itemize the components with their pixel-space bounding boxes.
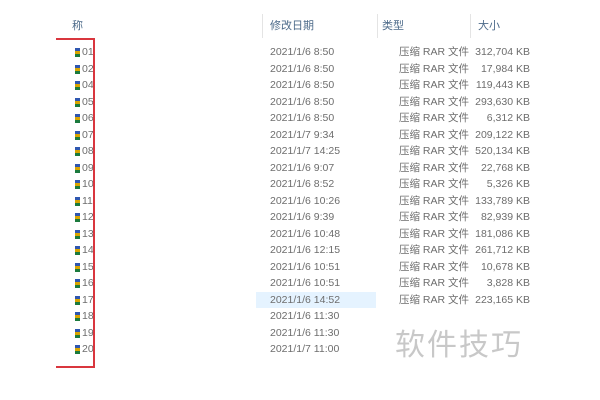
file-size: 261,712 KB xyxy=(475,244,530,256)
file-type: 压缩 RAR 文件 xyxy=(399,277,470,289)
file-size: 10,678 KB xyxy=(480,260,530,273)
file-size: 5,326 KB xyxy=(486,178,530,190)
file-size: 22,768 KB xyxy=(480,161,530,174)
file-size: 82,939 KB xyxy=(480,211,530,223)
file-size: 181,086 KB xyxy=(475,227,530,240)
column-divider[interactable] xyxy=(470,14,471,38)
file-date: 2021/1/7 9:34 xyxy=(270,128,335,141)
file-date: 2021/1/6 10:48 xyxy=(270,227,341,240)
watermark: 软件技巧 xyxy=(395,329,523,362)
file-date: 2021/1/6 8:50 xyxy=(270,46,335,58)
file-size: 17,984 KB xyxy=(480,62,530,75)
file-date: 2021/1/6 8:50 xyxy=(270,62,335,75)
file-size: 3,828 KB xyxy=(486,277,530,289)
file-date: 2021/1/6 8:50 xyxy=(270,79,335,91)
column-divider[interactable] xyxy=(377,14,378,38)
file-type: 压缩 RAR 文件 xyxy=(399,46,470,58)
file-date: 2021/1/7 14:25 xyxy=(270,145,341,157)
annotation-frame xyxy=(56,38,95,368)
file-date: 2021/1/7 11:00 xyxy=(270,343,340,355)
column-header-type[interactable]: 类型 xyxy=(382,20,462,36)
file-date: 2021/1/6 8:52 xyxy=(270,178,335,190)
file-size: 520,134 KB xyxy=(475,145,530,157)
file-type: 压缩 RAR 文件 xyxy=(399,112,470,124)
file-size: 223,165 KB xyxy=(475,293,530,306)
column-divider[interactable] xyxy=(262,14,263,38)
file-size: 293,630 KB xyxy=(475,95,530,108)
file-date: 2021/1/6 11:30 xyxy=(270,326,340,339)
file-type: 压缩 RAR 文件 xyxy=(399,178,470,190)
file-size: 6,312 KB xyxy=(486,112,530,124)
column-header-date[interactable]: 修改日期 xyxy=(270,20,380,36)
file-date: 2021/1/6 10:51 xyxy=(270,277,341,289)
file-size: 312,704 KB xyxy=(475,46,530,58)
file-date: 2021/1/6 8:50 xyxy=(270,112,335,124)
file-type: 压缩 RAR 文件 xyxy=(399,145,470,157)
file-size: 209,122 KB xyxy=(475,128,530,141)
file-date: 2021/1/6 12:15 xyxy=(270,244,341,256)
file-type: 压缩 RAR 文件 xyxy=(399,128,470,141)
file-size: 119,443 KB xyxy=(475,79,530,91)
file-date: 2021/1/6 10:51 xyxy=(270,260,341,273)
file-type: 压缩 RAR 文件 xyxy=(399,194,470,207)
column-header-bar: 称 修改日期 类型 大小 xyxy=(0,0,600,38)
file-date: 2021/1/6 10:26 xyxy=(270,194,341,207)
file-type: 压缩 RAR 文件 xyxy=(399,95,470,108)
file-type: 压缩 RAR 文件 xyxy=(399,161,470,174)
file-size: 133,789 KB xyxy=(475,194,530,207)
file-type: 压缩 RAR 文件 xyxy=(399,211,470,223)
column-header-name[interactable]: 称 xyxy=(72,20,92,36)
file-date: 2021/1/6 11:30 xyxy=(270,310,340,322)
file-type: 压缩 RAR 文件 xyxy=(399,227,470,240)
file-date: 2021/1/6 8:50 xyxy=(270,95,335,108)
file-type: 压缩 RAR 文件 xyxy=(399,244,470,256)
column-header-size[interactable]: 大小 xyxy=(478,20,528,36)
file-date: 2021/1/6 9:07 xyxy=(270,161,335,174)
file-date: 2021/1/6 9:39 xyxy=(270,211,335,223)
file-type: 压缩 RAR 文件 xyxy=(399,79,470,91)
file-type: 压缩 RAR 文件 xyxy=(399,62,470,75)
file-type: 压缩 RAR 文件 xyxy=(399,260,470,273)
file-type: 压缩 RAR 文件 xyxy=(399,293,470,306)
file-date: 2021/1/6 14:52 xyxy=(270,293,341,306)
